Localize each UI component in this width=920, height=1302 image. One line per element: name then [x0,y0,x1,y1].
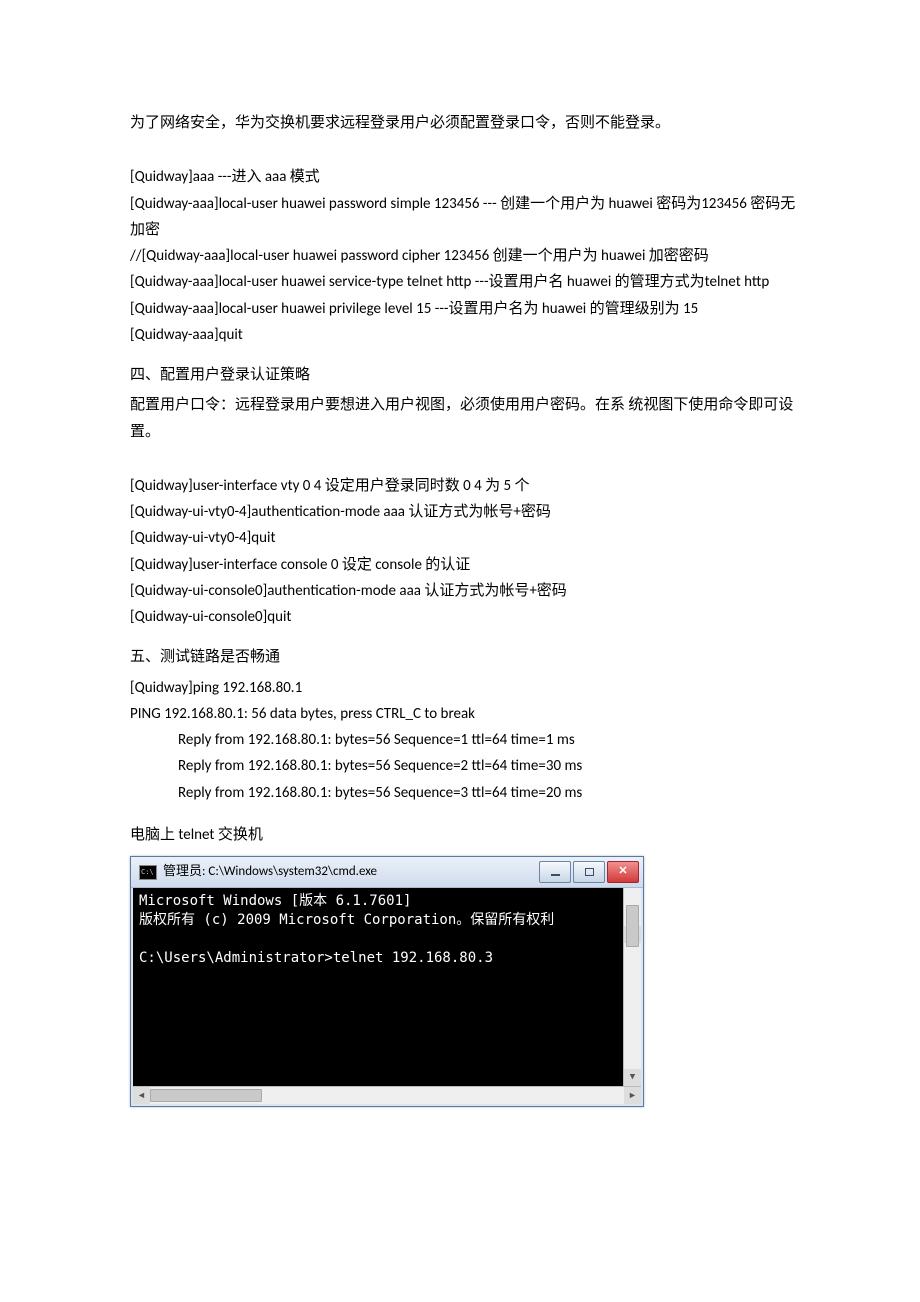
cmd-line: [Quidway]ping 192.168.80.1 [130,675,805,701]
cmd-titlebar[interactable]: 管理员: C:\Windows\system32\cmd.exe ✕ [131,857,643,888]
cmd-line: [Quidway-ui-console0]quit [130,604,805,630]
maximize-button[interactable] [573,861,605,883]
cmd-window-title: 管理员: C:\Windows\system32\cmd.exe [163,861,377,884]
cmd-line: [Quidway-aaa]local-user huawei password … [130,191,805,244]
ping-reply: Reply from 192.168.80.1: bytes=56 Sequen… [130,727,805,753]
horizontal-scrollbar[interactable]: ◄ ► [133,1086,641,1104]
cmd-window: 管理员: C:\Windows\system32\cmd.exe ✕ Micro… [130,856,644,1107]
cmd-line: [Quidway-aaa]local-user huawei service-t… [130,269,805,295]
scroll-thumb[interactable] [150,1089,262,1102]
section-5-title: 五、测试链路是否畅通 [130,644,805,670]
cmd-line: [Quidway-aaa]quit [130,322,805,348]
cmd-line: [Quidway-ui-console0]authentication-mode… [130,578,805,604]
close-button[interactable]: ✕ [607,861,639,883]
ping-reply: Reply from 192.168.80.1: bytes=56 Sequen… [130,780,805,806]
window-buttons: ✕ [539,861,639,883]
ping-reply: Reply from 192.168.80.1: bytes=56 Sequen… [130,753,805,779]
cmd-line: //[Quidway-aaa]local-user huawei passwor… [130,243,805,269]
cmd-line: [Quidway]user-interface console 0 设定 con… [130,552,805,578]
cmd-line: [Quidway-aaa]local-user huawei privilege… [130,296,805,322]
cmd-icon [139,865,157,880]
cmd-line: [Quidway]aaa ---进入 aaa 模式 [130,164,805,190]
cmd-line: [Quidway-ui-vty0-4]quit [130,525,805,551]
intro-paragraph: 为了网络安全，华为交换机要求远程登录用户必须配置登录口令，否则不能登录。 [130,110,805,136]
aaa-config-block: [Quidway]aaa ---进入 aaa 模式 [Quidway-aaa]l… [130,164,805,348]
cmd-output: Microsoft Windows [版本 6.1.7601] 版权所有 (c)… [139,893,554,966]
vertical-scrollbar[interactable]: ▲ ▼ [623,888,641,1086]
scroll-down-icon[interactable]: ▼ [624,1069,641,1086]
document-page: 为了网络安全，华为交换机要求远程登录用户必须配置登录口令，否则不能登录。 [Qu… [0,0,920,1207]
vty-config-block: [Quidway]user-interface vty 0 4 设定用户登录同时… [130,473,805,631]
cmd-line: [Quidway]user-interface vty 0 4 设定用户登录同时… [130,473,805,499]
section-4-title: 四、配置用户登录认证策略 [130,362,805,388]
section-4-desc: 配置用户口令：远程登录用户要想进入用户视图，必须使用用户密码。在系 统视图下使用… [130,392,805,445]
scroll-right-icon[interactable]: ► [624,1087,641,1104]
ping-block: [Quidway]ping 192.168.80.1 PING 192.168.… [130,675,805,806]
telnet-caption: 电脑上 telnet 交换机 [130,822,805,848]
cmd-body[interactable]: Microsoft Windows [版本 6.1.7601] 版权所有 (c)… [133,888,641,1086]
scroll-thumb[interactable] [626,905,639,947]
minimize-button[interactable] [539,861,571,883]
scroll-left-icon[interactable]: ◄ [133,1087,150,1104]
cmd-line: PING 192.168.80.1: 56 data bytes, press … [130,701,805,727]
cmd-line: [Quidway-ui-vty0-4]authentication-mode a… [130,499,805,525]
